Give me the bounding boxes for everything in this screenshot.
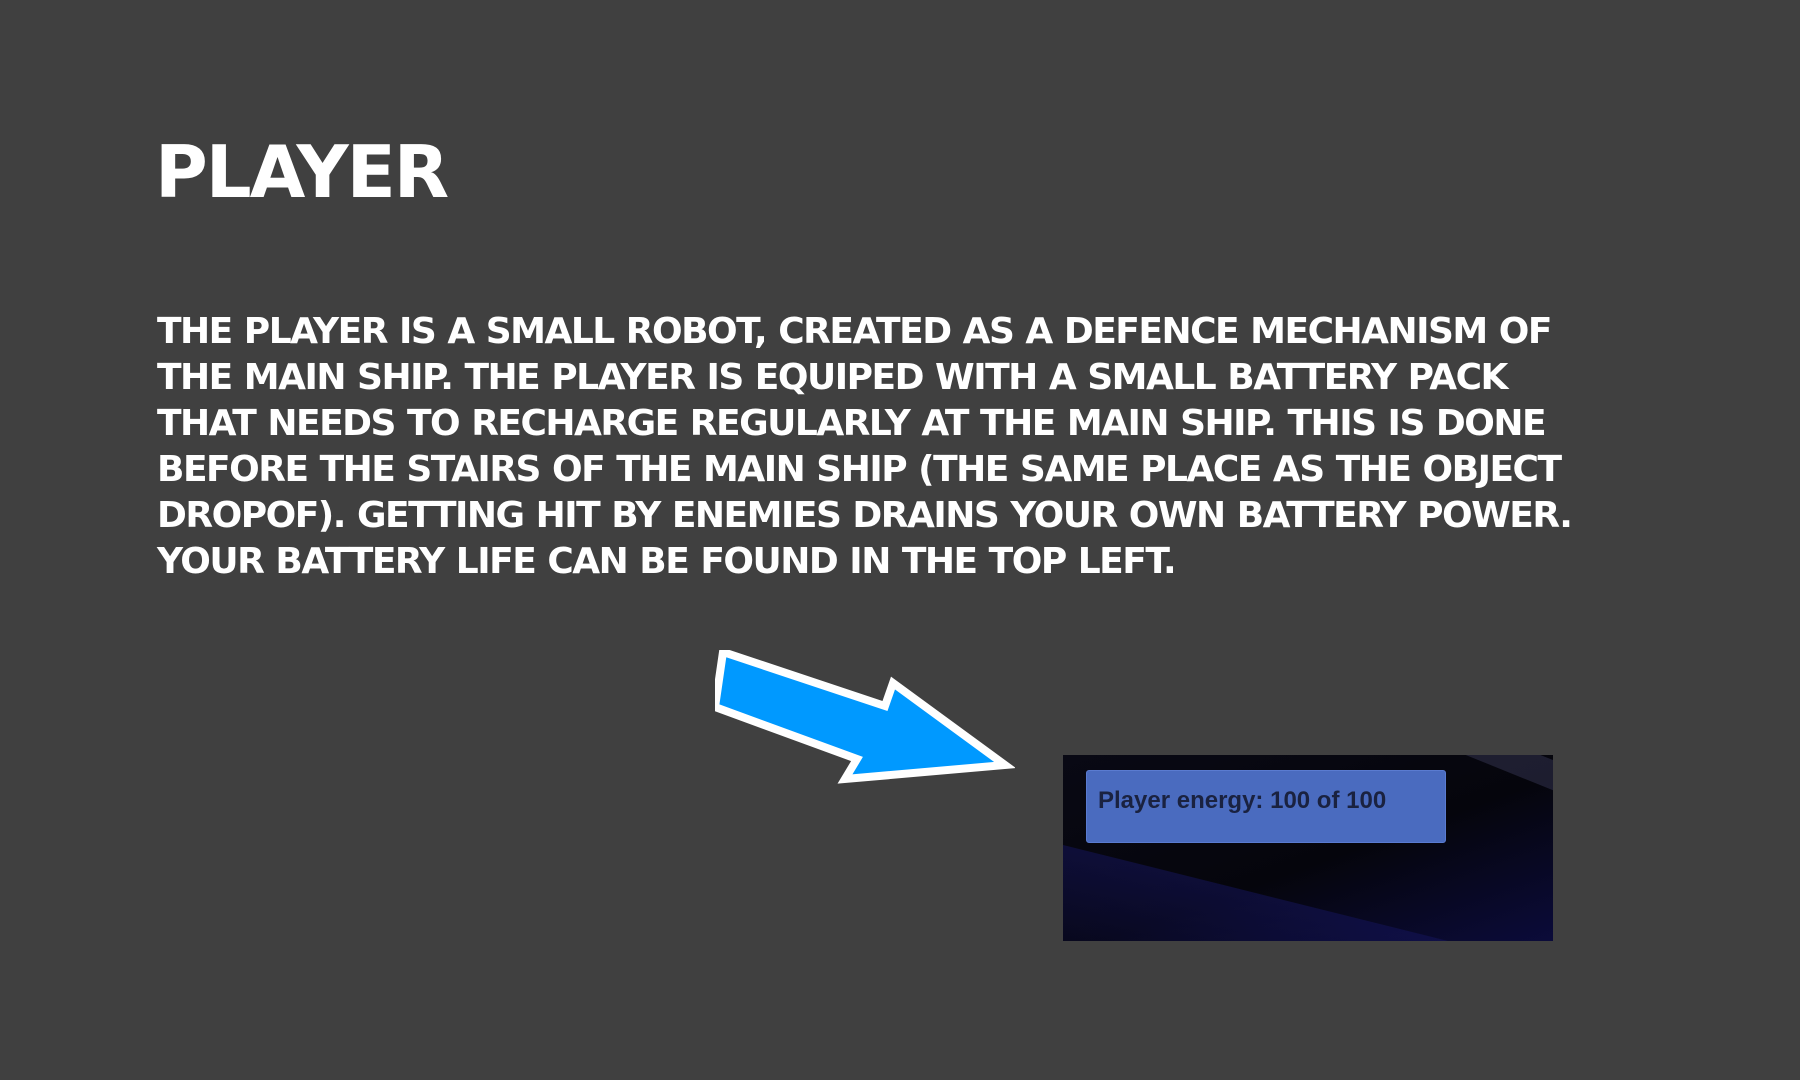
player-energy-label: Player energy: 100 of 100 bbox=[1098, 787, 1387, 814]
background-streak bbox=[1063, 835, 1553, 941]
slide: Player The player is a small robot, crea… bbox=[0, 0, 1800, 1080]
slide-title: Player bbox=[155, 130, 449, 214]
arrow-right-down-icon bbox=[715, 650, 1015, 784]
game-screenshot: Player energy: 100 of 100 bbox=[1063, 755, 1553, 941]
player-energy-panel: Player energy: 100 of 100 bbox=[1086, 770, 1446, 843]
slide-description: The player is a small robot, created as … bbox=[157, 311, 1573, 582]
background-edge bbox=[1442, 755, 1553, 799]
